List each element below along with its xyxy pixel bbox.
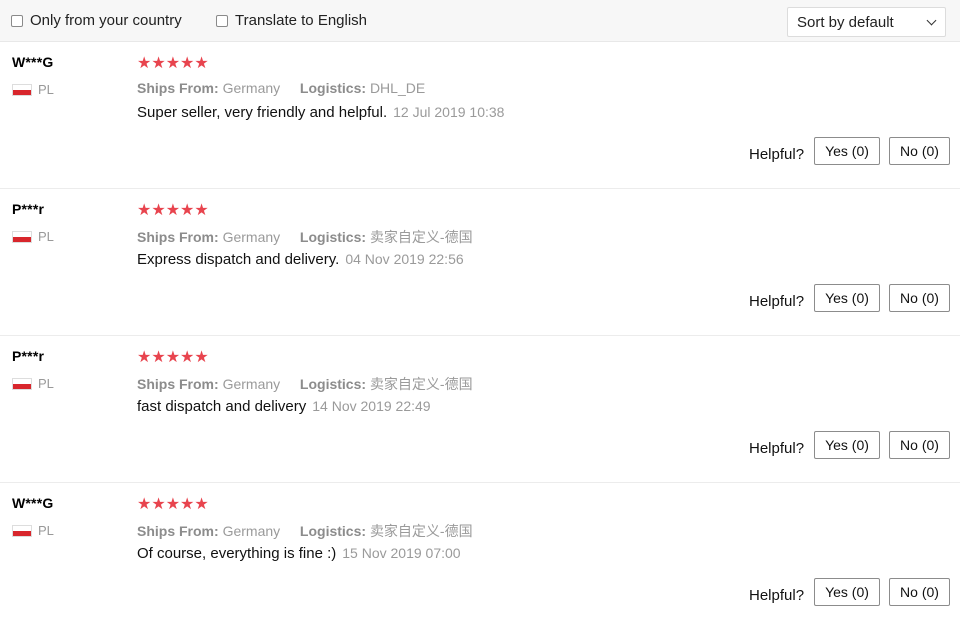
star-icon: ★★★★★ (137, 349, 209, 366)
sort-selected-value: Sort by default (797, 13, 894, 31)
shipping-info: Ships From: Germany Logistics: DHL_DE (137, 80, 425, 96)
review-body: Super seller, very friendly and helpful. (137, 104, 388, 121)
translate-checkbox[interactable] (216, 14, 228, 27)
ships-from-key: Ships From: (137, 376, 219, 392)
reviewer-country: PL (12, 229, 54, 244)
reviewer-country: PL (12, 82, 54, 97)
helpful-yes-button[interactable]: Yes (0) (814, 431, 880, 459)
review-item: P***r PL ★★★★★ Ships From: Germany Logis… (0, 336, 960, 483)
review-text: Express dispatch and delivery. 04 Nov 201… (137, 251, 464, 268)
only-from-country-checkbox[interactable] (11, 14, 23, 27)
review-text: Of course, everything is fine :) 15 Nov 2… (137, 545, 461, 562)
logistics-value: 卖家自定义-德国 (369, 376, 473, 392)
logistics-value: 卖家自定义-德国 (369, 523, 473, 539)
reviewer-country: PL (12, 376, 54, 391)
helpful-label: Helpful? (749, 587, 805, 604)
helpful-label: Helpful? (749, 440, 805, 457)
logistics-key: Logistics: (299, 523, 367, 539)
logistics-key: Logistics: (299, 229, 367, 245)
only-from-country-label: Only from your country (30, 12, 182, 29)
flag-icon (12, 83, 32, 96)
logistics-value: DHL_DE (369, 80, 426, 96)
helpful-yes-button[interactable]: Yes (0) (814, 578, 880, 606)
only-from-country-filter[interactable]: Only from your country (11, 12, 182, 29)
star-icon: ★★★★★ (137, 496, 209, 513)
country-code: PL (38, 376, 54, 391)
review-filter-bar: Only from your country Translate to Engl… (0, 0, 960, 42)
review-text: fast dispatch and delivery 14 Nov 2019 22… (137, 398, 431, 415)
sort-dropdown[interactable]: Sort by default (787, 7, 946, 37)
shipping-info: Ships From: Germany Logistics: 卖家自定义-德国 (137, 521, 473, 541)
review-body: Of course, everything is fine :) (137, 545, 337, 562)
review-item: P***r PL ★★★★★ Ships From: Germany Logis… (0, 189, 960, 336)
ships-from-key: Ships From: (137, 523, 219, 539)
review-date: 15 Nov 2019 07:00 (342, 545, 461, 561)
review-date: 04 Nov 2019 22:56 (345, 251, 464, 267)
shipping-info: Ships From: Germany Logistics: 卖家自定义-德国 (137, 227, 473, 247)
flag-icon (12, 377, 32, 390)
translate-filter[interactable]: Translate to English (216, 12, 367, 29)
ships-from-value: Germany (222, 376, 281, 392)
review-item: W***G PL ★★★★★ Ships From: Germany Logis… (0, 42, 960, 189)
star-rating: ★★★★★ (137, 55, 209, 73)
helpful-no-button[interactable]: No (0) (889, 137, 950, 165)
reviewer-name: W***G (12, 54, 54, 70)
star-rating: ★★★★★ (137, 202, 209, 220)
ships-from-value: Germany (222, 229, 281, 245)
review-body: fast dispatch and delivery (137, 398, 307, 415)
review-item: W***G PL ★★★★★ Ships From: Germany Logis… (0, 483, 960, 624)
helpful-no-button[interactable]: No (0) (889, 284, 950, 312)
logistics-value: 卖家自定义-德国 (369, 229, 473, 245)
helpful-label: Helpful? (749, 293, 805, 310)
review-date: 12 Jul 2019 10:38 (393, 104, 505, 120)
helpful-yes-button[interactable]: Yes (0) (814, 284, 880, 312)
helpful-yes-button[interactable]: Yes (0) (814, 137, 880, 165)
ships-from-value: Germany (222, 523, 281, 539)
reviewer-name: W***G (12, 495, 54, 511)
reviewer-name: P***r (12, 348, 45, 364)
star-icon: ★★★★★ (137, 55, 209, 72)
helpful-label: Helpful? (749, 146, 805, 163)
ships-from-key: Ships From: (137, 80, 219, 96)
star-rating: ★★★★★ (137, 349, 209, 367)
helpful-no-button[interactable]: No (0) (889, 431, 950, 459)
flag-icon (12, 230, 32, 243)
logistics-key: Logistics: (299, 376, 367, 392)
helpful-no-button[interactable]: No (0) (889, 578, 950, 606)
country-code: PL (38, 523, 54, 538)
review-text: Super seller, very friendly and helpful.… (137, 104, 504, 121)
chevron-down-icon (926, 15, 937, 26)
ships-from-key: Ships From: (137, 229, 219, 245)
country-code: PL (38, 229, 54, 244)
translate-label: Translate to English (235, 12, 368, 29)
review-date: 14 Nov 2019 22:49 (312, 398, 431, 414)
star-rating: ★★★★★ (137, 496, 209, 514)
country-code: PL (38, 82, 54, 97)
ships-from-value: Germany (222, 80, 281, 96)
reviewer-country: PL (12, 523, 54, 538)
reviewer-name: P***r (12, 201, 45, 217)
flag-icon (12, 524, 32, 537)
logistics-key: Logistics: (299, 80, 367, 96)
review-body: Express dispatch and delivery. (137, 251, 340, 268)
shipping-info: Ships From: Germany Logistics: 卖家自定义-德国 (137, 374, 473, 394)
star-icon: ★★★★★ (137, 202, 209, 219)
